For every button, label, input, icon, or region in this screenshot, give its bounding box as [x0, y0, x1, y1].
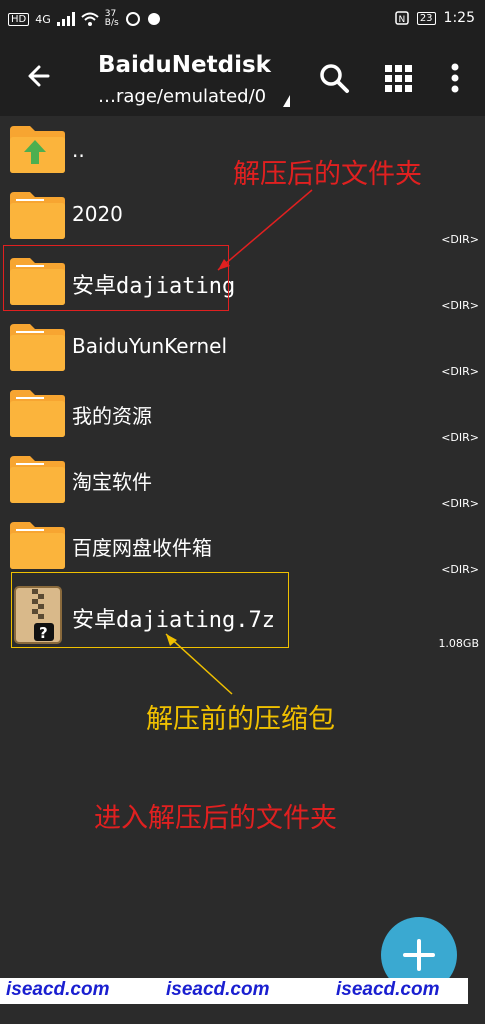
folder-icon — [10, 522, 65, 569]
network-type: 4G — [35, 12, 51, 26]
file-name: 百度网盘收件箱 — [72, 536, 212, 560]
nfc-icon: N — [395, 11, 409, 25]
file-name: 淘宝软件 — [72, 470, 152, 494]
archive-highlight — [11, 572, 289, 648]
file-name: BaiduYunKernel — [72, 334, 228, 358]
annotation-after-extract: 解压后的文件夹 — [233, 159, 422, 190]
cloud-icon — [125, 12, 140, 26]
file-meta: 1.08GB — [438, 637, 479, 650]
annotation-enter-folder: 进入解压后的文件夹 — [94, 803, 337, 834]
hd-badge: HD — [8, 12, 30, 26]
list-item[interactable]: 淘宝软件 <DIR> — [0, 446, 485, 512]
status-bar: HD 4G 37 B/s N 23 1:25 — [0, 0, 485, 40]
file-meta: <DIR> — [441, 431, 479, 444]
file-list: .. 2020 <DIR> 安卓dajiating <DIR> BaiduYun… — [0, 116, 485, 650]
folder-icon — [10, 390, 65, 437]
file-meta: <DIR> — [441, 365, 479, 378]
file-meta: <DIR> — [441, 563, 479, 576]
search-icon[interactable] — [316, 60, 352, 96]
path-dropdown-icon[interactable] — [283, 95, 290, 107]
bottom-strip — [0, 1004, 485, 1024]
wifi-icon — [81, 12, 99, 26]
watermark-text: iseacd.com — [6, 979, 110, 1000]
app-title: BaiduNetdisk — [98, 52, 271, 78]
battery-level: 23 — [416, 11, 436, 25]
folder-up-icon — [10, 126, 65, 173]
annotation-before-extract: 解压前的压缩包 — [146, 704, 335, 735]
folder-icon — [10, 324, 65, 371]
grid-view-icon[interactable] — [381, 60, 417, 96]
app-notify-icon — [147, 13, 160, 25]
list-item[interactable]: BaiduYunKernel <DIR> — [0, 314, 485, 380]
clock: 1:25 — [443, 10, 475, 26]
watermark-text: iseacd.com — [336, 979, 440, 1000]
file-meta: <DIR> — [441, 497, 479, 510]
folder-icon — [10, 192, 65, 239]
status-left: HD 4G 37 B/s — [8, 10, 161, 28]
list-item[interactable]: 百度网盘收件箱 <DIR> — [0, 512, 485, 578]
file-meta: <DIR> — [441, 233, 479, 246]
extracted-folder-highlight — [3, 245, 229, 311]
watermark-text: iseacd.com — [166, 979, 270, 1000]
file-name: 我的资源 — [72, 404, 152, 428]
file-meta: <DIR> — [441, 299, 479, 312]
list-item[interactable]: 2020 <DIR> — [0, 182, 485, 248]
signal-icon — [56, 12, 75, 26]
watermark-strip: iseacd.com iseacd.com iseacd.com — [0, 978, 468, 1004]
file-name: .. — [72, 138, 85, 162]
folder-icon — [10, 456, 65, 503]
list-item[interactable]: 我的资源 <DIR> — [0, 380, 485, 446]
status-right: N 23 1:25 — [395, 10, 475, 26]
current-path[interactable]: …rage/emulated/0 — [98, 86, 266, 107]
svg-text:N: N — [398, 15, 405, 25]
app-toolbar: BaiduNetdisk …rage/emulated/0 — [0, 40, 485, 116]
more-vert-icon[interactable] — [437, 60, 473, 96]
net-speed: 37 B/s — [104, 9, 119, 28]
file-name: 2020 — [72, 202, 123, 226]
back-arrow-icon[interactable] — [22, 58, 58, 94]
